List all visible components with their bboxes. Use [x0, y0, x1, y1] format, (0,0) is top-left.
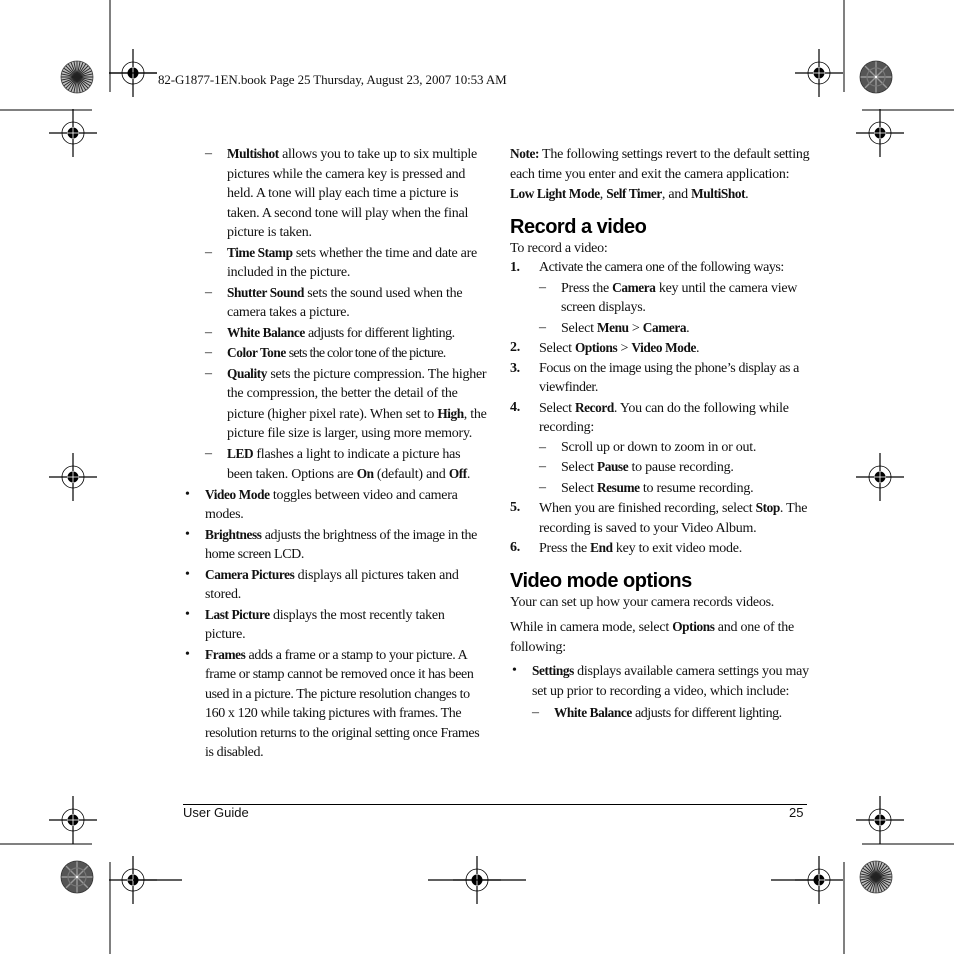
dash-marker: –: [205, 345, 212, 360]
footer-title: User Guide: [183, 805, 249, 820]
step-6: 6. Press the End key to exit video mode.: [510, 540, 742, 556]
dash-marker: –: [539, 439, 546, 455]
color-bar-star-icon: [60, 860, 94, 894]
bullet-marker: •: [185, 646, 190, 662]
list-item-quality: – Quality sets the picture compression. T…: [205, 365, 487, 442]
list-item-led: – LED flashes a light to indicate a pictu…: [205, 445, 471, 483]
list-item-brightness: • Brightness adjusts the brightness of th…: [185, 526, 477, 563]
step-1-sub-1: – Press the Camera key until the camera v…: [539, 279, 798, 316]
dash-marker: –: [205, 284, 212, 300]
dash-marker: –: [205, 244, 212, 260]
dash-marker: –: [205, 146, 212, 161]
footer-rule: [183, 804, 807, 805]
registration-mark-icon: [48, 452, 98, 502]
registration-mark-icon: [855, 795, 905, 845]
color-bar-star-icon: [859, 860, 893, 894]
bullet-marker: •: [185, 486, 190, 502]
registration-mark-icon: [48, 108, 98, 158]
bullet-marker: •: [185, 526, 190, 542]
right-column: Note: The following settings revert to t…: [510, 144, 810, 724]
step-4-sub-3: – Select Resume to resume recording.: [539, 479, 754, 496]
list-item-time-stamp: – Time Stamp sets whether the time and da…: [205, 244, 478, 281]
step-number: 1.: [510, 260, 520, 275]
step-4-sub-2: – Select Pause to pause recording.: [539, 459, 734, 475]
dash-marker: –: [539, 459, 546, 474]
bullet-marker: •: [512, 663, 517, 678]
dash-marker: –: [539, 279, 546, 295]
record-intro: To record a video:: [510, 240, 608, 256]
list-item-last-picture: • Last Picture displays the most recently…: [185, 606, 445, 643]
video-mode-options-heading: Video mode options: [510, 569, 692, 592]
step-number: 4.: [510, 399, 520, 415]
list-item-color-tone: – Color Tone sets the color tone of the p…: [205, 345, 446, 361]
note-paragraph: Note: The following settings revert to t…: [510, 146, 810, 202]
bullet-marker: •: [185, 606, 190, 622]
list-item-camera-pictures: • Camera Pictures displays all pictures t…: [185, 566, 459, 603]
step-number: 2.: [510, 340, 520, 355]
list-item-white-balance: – White Balance adjusts for different lig…: [205, 324, 455, 341]
dash-marker: –: [539, 319, 546, 335]
step-4: 4. Select Record. You can do the followin…: [510, 399, 789, 436]
color-bar-star-icon: [60, 60, 94, 94]
dash-marker: –: [539, 479, 546, 495]
dash-marker: –: [205, 324, 212, 340]
step-1-sub-2: – Select Menu > Camera.: [539, 319, 690, 336]
list-item-settings-white-balance: – White Balance adjusts for different lig…: [532, 705, 782, 721]
dash-marker: –: [205, 365, 212, 381]
step-4-sub-1: – Scroll up or down to zoom in or out.: [510, 438, 810, 458]
step-number: 5.: [510, 500, 520, 515]
step-2: 2. Select Options > Video Mode.: [510, 340, 700, 356]
dash-marker: –: [532, 705, 539, 720]
print-slug: 82-G1877-1EN.book Page 25 Thursday, Augu…: [158, 72, 507, 87]
registration-mark-icon: [794, 48, 844, 98]
record-video-heading: Record a video: [510, 215, 647, 238]
registration-mark-icon: [48, 795, 98, 845]
dash-marker: –: [205, 445, 212, 461]
bullet-marker: •: [185, 566, 190, 582]
step-1: 1. Activate the camera one of the followi…: [510, 258, 810, 278]
page-number: 25: [789, 805, 804, 820]
options-paragraph: While in camera mode, select Options and…: [510, 619, 794, 655]
registration-mark-icon: [855, 452, 905, 502]
registration-mark-icon: [855, 108, 905, 158]
options-intro: Your can set up how your camera records …: [510, 594, 775, 610]
list-item-multishot: – Multishot allows you to take up to six …: [205, 146, 477, 240]
list-item-settings: • Settings displays available camera sett…: [512, 663, 809, 699]
step-number: 3.: [510, 360, 520, 376]
list-item-frames: • Frames adds a frame or a stamp to your …: [185, 646, 480, 761]
color-bar-star-icon: [859, 60, 893, 94]
step-3: 3. Focus on the image using the phone’s d…: [510, 360, 799, 396]
left-column: – Multishot allows you to take up to six …: [183, 144, 488, 763]
list-item-shutter-sound: – Shutter Sound sets the sound used when …: [205, 284, 463, 321]
list-item-video-mode: • Video Mode toggles between video and ca…: [185, 486, 458, 523]
step-number: 6.: [510, 540, 520, 555]
step-5: 5. When you are finished recording, selec…: [510, 500, 808, 536]
